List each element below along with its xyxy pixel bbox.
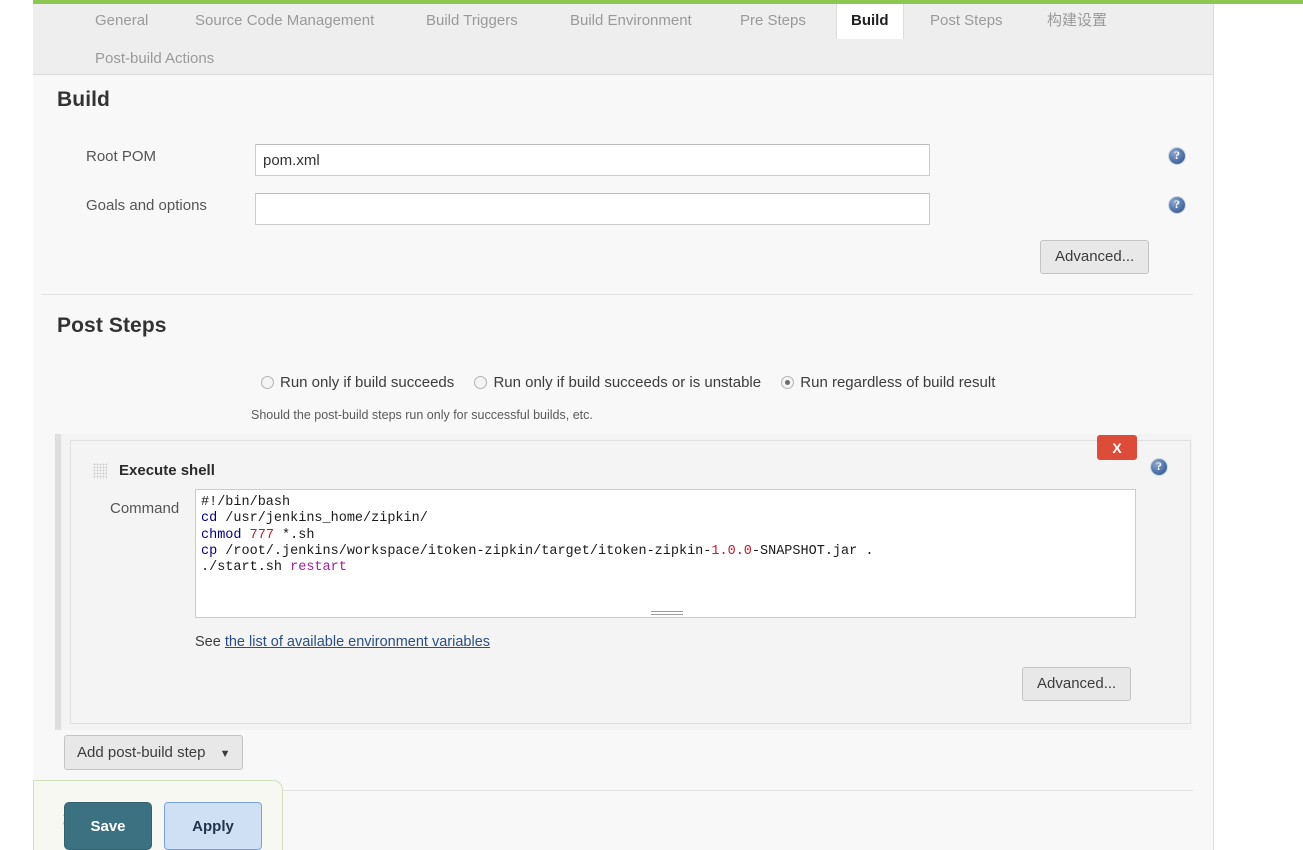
config-tab-bar: General Source Code Management Build Tri…: [33, 4, 1214, 75]
command-line: #!/bin/bash: [201, 495, 291, 510]
radio-run-if-succeeds[interactable]: Run only if build succeeds: [261, 374, 454, 391]
goals-and-options-input[interactable]: [255, 193, 930, 225]
apply-button[interactable]: Apply: [164, 802, 262, 850]
tab-source-code-management[interactable]: Source Code Management: [193, 4, 376, 39]
command-textarea[interactable]: #!/bin/bash cd /usr/jenkins_home/zipkin/c…: [195, 489, 1136, 618]
tab-build-triggers[interactable]: Build Triggers: [424, 4, 520, 39]
textarea-resize-grip[interactable]: [651, 611, 683, 617]
tab-pre-steps[interactable]: Pre Steps: [738, 4, 808, 39]
execute-shell-advanced-button[interactable]: Advanced...: [1022, 667, 1132, 701]
root-pom-input[interactable]: [255, 144, 930, 176]
command-line: chmod 777 *.sh: [201, 527, 315, 543]
execute-shell-title: Execute shell: [119, 462, 215, 479]
radio-dot-icon: [261, 376, 274, 389]
radio-label: Run regardless of build result: [800, 374, 996, 391]
add-post-build-step-label: Add post-build step: [77, 744, 206, 761]
goals-and-options-help-icon[interactable]: [1169, 196, 1185, 213]
save-button[interactable]: Save: [64, 802, 152, 850]
radio-run-regardless[interactable]: Run regardless of build result: [781, 374, 995, 391]
drag-grip-icon[interactable]: [93, 463, 107, 479]
radio-run-if-succeeds-or-unstable[interactable]: Run only if build succeeds or is unstabl…: [474, 374, 761, 391]
tab-build-environment[interactable]: Build Environment: [568, 4, 694, 39]
radio-label: Run only if build succeeds or is unstabl…: [493, 374, 762, 391]
tab-post-build-actions[interactable]: Post-build Actions: [93, 42, 216, 77]
execute-shell-help-icon[interactable]: [1151, 458, 1167, 475]
radio-dot-icon: [474, 376, 488, 389]
root-pom-help-icon[interactable]: [1169, 147, 1185, 164]
tab-post-steps[interactable]: Post Steps: [928, 4, 1005, 39]
command-line: cd /usr/jenkins_home/zipkin/: [201, 511, 428, 527]
radio-dot-selected-icon: [781, 376, 795, 389]
post-steps-section-title: Post Steps: [57, 314, 167, 337]
command-label: Command: [110, 500, 180, 517]
see-prefix: See: [195, 634, 225, 650]
tab-build-settings-cn[interactable]: 构建设置: [1045, 4, 1109, 39]
command-line: ./start.sh restart: [201, 560, 347, 576]
tab-general[interactable]: General: [93, 4, 150, 39]
command-line: cp /root/.jenkins/workspace/itoken-zipki…: [201, 543, 874, 559]
env-variables-line: See the list of available environment va…: [195, 634, 490, 650]
chevron-down-icon: ▼: [219, 748, 231, 760]
tab-build[interactable]: Build: [836, 4, 904, 39]
post-steps-hint: Should the post-build steps run only for…: [251, 408, 593, 422]
jenkins-job-config-page: General Source Code Management Build Tri…: [0, 0, 1303, 850]
radio-label: Run only if build succeeds: [280, 374, 455, 391]
root-pom-label: Root POM: [86, 148, 157, 165]
goals-and-options-label: Goals and options: [86, 197, 207, 214]
command-code-content: #!/bin/bash cd /usr/jenkins_home/zipkin/c…: [201, 495, 873, 576]
env-variables-link[interactable]: the list of available environment variab…: [225, 634, 490, 650]
delete-step-button[interactable]: X: [1097, 435, 1137, 460]
build-section-title: Build: [57, 88, 110, 111]
build-advanced-button[interactable]: Advanced...: [1040, 240, 1150, 274]
add-post-build-step-button[interactable]: Add post-build step ▼: [64, 735, 244, 770]
section-divider: [41, 294, 1193, 295]
post-steps-radio-group: Run only if build succeeds Run only if b…: [261, 374, 1011, 391]
